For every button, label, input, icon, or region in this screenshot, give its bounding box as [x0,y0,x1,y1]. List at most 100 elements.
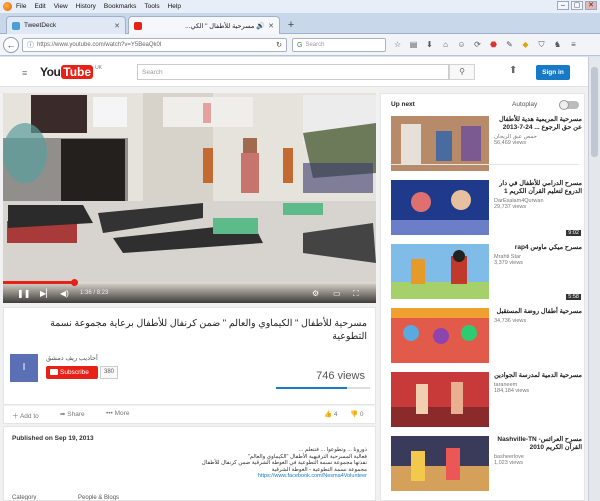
menu-tools[interactable]: Tools [144,3,159,10]
menu-edit[interactable]: Edit [34,3,45,10]
action-row: ＋ Add to ➦ Share ••• More 👍 4 👎 0 [3,406,376,424]
autoplay-label: Autoplay [512,101,538,108]
autoplay-toggle[interactable] [559,100,579,110]
category-row: Category People & Blogs [12,495,119,501]
logo-tube: Tube [61,65,94,79]
close-icon[interactable]: ✕ [268,22,274,30]
menu-view[interactable]: View [54,3,68,10]
related-video[interactable]: مسرح العرائس- Nashville-TN القرآن الكريم… [391,436,583,494]
logo-region: UK [95,65,103,71]
reload-icon[interactable]: ↻ [276,41,282,49]
sign-in-button[interactable]: Sign in [536,65,570,80]
related-meta: مسرحية المريمية هدية للأطفال عن حق الرجو… [494,116,582,146]
fullscreen-icon[interactable]: ⛶ [353,288,359,299]
add-to-label: Add to [19,413,39,420]
logo-you: You [40,65,61,79]
download-icon[interactable]: ⬇ [424,39,435,50]
sync-icon[interactable]: ⟳ [472,39,483,50]
up-next-label: Up next [391,101,415,108]
addon-icon[interactable]: ✎ [504,39,515,50]
related-video[interactable]: مسرحية أطفال روضة المستقبل 34,736 views [391,308,583,366]
guide-menu-icon[interactable]: ≡ [22,68,27,78]
like-button[interactable]: 👍 4 [324,410,338,418]
add-to-button[interactable]: ＋ Add to [12,410,39,420]
close-icon[interactable]: ✕ [114,22,120,30]
theater-mode-icon[interactable]: ▭ [333,288,341,299]
related-title[interactable]: مسرح العرائس- Nashville-TN القرآن الكريم… [494,436,582,452]
video-thumbnail [391,180,489,235]
related-views: 3,379 views [494,260,524,266]
page-content: ≡ You Tube UK Search ⚲ ⬆ Sign in ❚❚ ▶▏ ◀… [0,57,588,501]
minimize-button[interactable]: – [557,1,569,10]
related-title[interactable]: مسرح ميكي ماوس rap4 [494,244,582,252]
volume-icon[interactable]: ◀) [60,288,69,299]
subscribe-button[interactable]: Subscribe [46,366,98,379]
firefox-icon[interactable] [3,2,12,11]
video-thumbnail [391,436,489,491]
hamburger-menu-icon[interactable]: ≡ [568,39,579,50]
video-description: Published on Sep 19, 2013 ذورونا ... وتط… [3,426,376,501]
extension-icon-2[interactable]: ♞ [552,39,563,50]
pause-icon[interactable]: ❚❚ [17,288,30,299]
channel-name[interactable]: أحاديب ريف دمشق [46,354,98,362]
category-value[interactable]: People & Blogs [78,495,119,500]
new-tab-button[interactable]: + [284,19,298,32]
category-label: Category [12,495,37,501]
like-count: 4 [333,411,338,418]
description-text: ذورونا ... وتطوعوا ... فنتعلم ... فعالية… [47,447,367,480]
youtube-search-input[interactable]: Search [137,64,449,80]
browser-search-field[interactable]: G Search [292,38,386,52]
menu-help[interactable]: Help [168,3,181,10]
settings-icon[interactable]: ⚙ [312,288,319,299]
share-button[interactable]: ➦ Share [60,410,85,418]
reading-list-icon[interactable]: ▤ [408,39,419,50]
more-button[interactable]: ••• More [106,410,129,417]
channel-avatar[interactable]: I [10,354,38,382]
tab-tweetdeck[interactable]: TweetDeck ✕ [6,16,126,34]
video-frame [3,93,376,303]
vertical-scrollbar[interactable] [588,57,600,501]
info-icon[interactable]: ⓘ [27,40,34,50]
facebook-link[interactable]: https://www.facebook.com/Nesma4Volunteer [47,473,367,480]
menu-file[interactable]: File [16,3,26,10]
dislike-button[interactable]: 👎 0 [350,410,364,418]
chat-icon[interactable]: ☺ [456,39,467,50]
search-engine-icon[interactable]: G [297,42,302,49]
related-video[interactable]: مسرحية الدمية لمدرسة الجوادين taraneem 1… [391,372,583,430]
home-icon[interactable]: ⌂ [440,39,451,50]
shield-icon[interactable]: ⛉ [536,39,547,50]
speaker-icon[interactable]: 🔊 [256,22,265,30]
video-thumbnail [391,116,489,171]
tweetdeck-icon [12,21,20,30]
related-video[interactable]: 5:58 مسرح ميكي ماوس rap4 Mrahti Star 3,3… [391,244,583,302]
related-video[interactable]: مسرحية المريمية هدية للأطفال عن حق الرجو… [391,116,583,174]
menu-bar: File Edit View History Bookmarks Tools H… [0,0,600,13]
related-title[interactable]: مسرح الدرامي للأطفال في دار الدروع لتعلي… [494,180,582,196]
related-title[interactable]: مسرحية المريمية هدية للأطفال عن حق الرجو… [494,116,582,132]
maximize-button[interactable]: ▢ [571,1,583,10]
related-video[interactable]: 9:02 مسرح الدرامي للأطفال في دار الدروع … [391,180,583,238]
video-info: مسرحية للأطفال " الكيماوي والعالم " ضمن … [3,307,376,405]
star-icon[interactable]: ☆ [392,39,403,50]
menu-history[interactable]: History [76,3,96,10]
related-views: 1,023 views [494,460,524,466]
url-bar[interactable]: ⓘ https://www.youtube.com/watch?v=Y5BeaQ… [22,38,287,52]
related-title[interactable]: مسرحية أطفال روضة المستقبل [494,308,582,316]
video-title: مسرحية للأطفال " الكيماوي والعالم " ضمن … [50,318,367,342]
tab-youtube[interactable]: مسرحية للأطفال " الكي... 🔊 ✕ [128,16,280,34]
close-window-button[interactable]: ✕ [585,1,597,10]
upload-icon[interactable]: ⬆ [509,65,517,76]
menu-bookmarks[interactable]: Bookmarks [104,3,137,10]
search-icon[interactable]: ⚲ [449,64,475,80]
video-player[interactable]: ❚❚ ▶▏ ◀) 1:36 / 8:23 ⚙ ▭ ⛶ [3,93,376,303]
publish-date: Published on Sep 19, 2013 [12,435,94,442]
next-icon[interactable]: ▶▏ [40,288,52,299]
youtube-logo[interactable]: You Tube UK [40,65,102,79]
adblock-icon[interactable]: ⬣ [488,39,499,50]
toggle-knob [559,100,569,110]
scrollbar-thumb[interactable] [591,67,598,157]
extension-icon[interactable]: ◆ [520,39,531,50]
back-button[interactable]: ← [3,37,19,53]
search-placeholder: Search [305,42,325,48]
related-title[interactable]: مسرحية الدمية لمدرسة الجوادين [494,372,582,380]
